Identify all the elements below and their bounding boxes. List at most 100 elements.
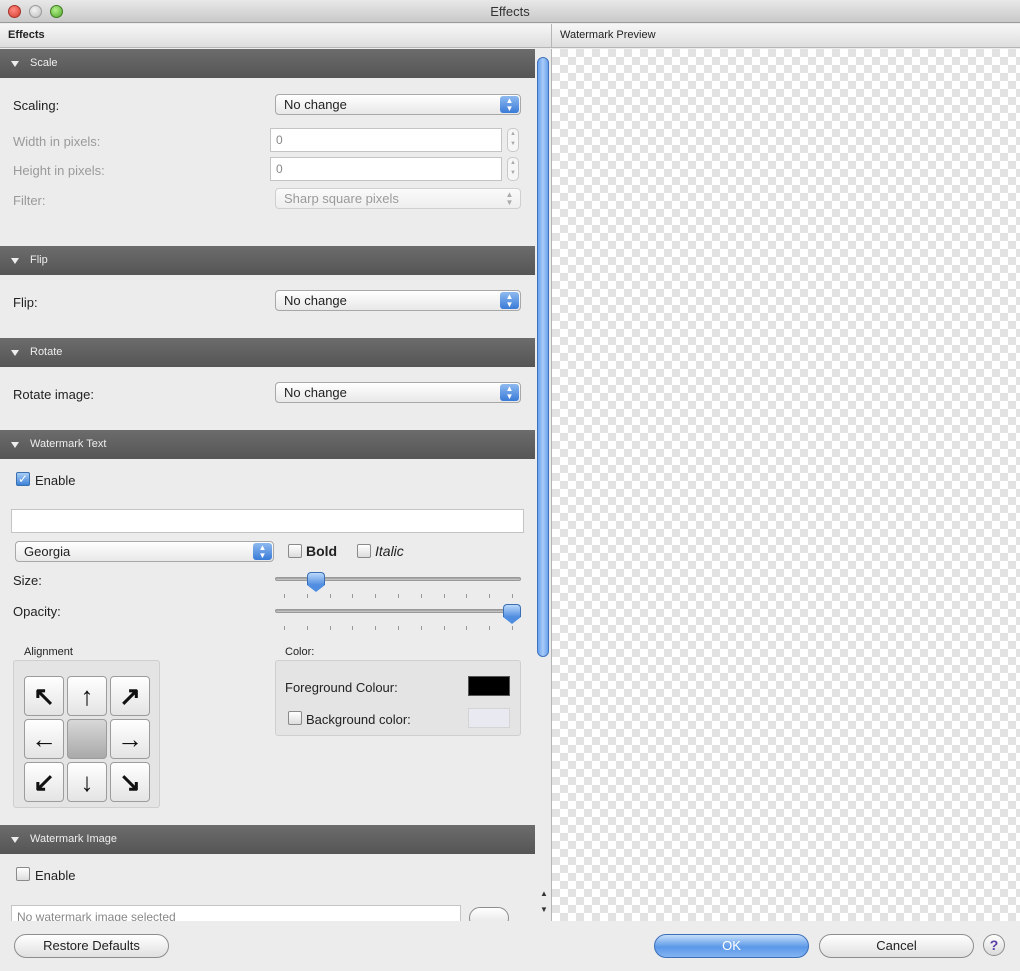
scroll-up-arrow-icon[interactable]: ▲ [539, 889, 549, 898]
popup-arrows-icon: ▲ ▼ [500, 384, 519, 401]
slider-tick [284, 626, 285, 630]
scaling-select[interactable]: No change ▲ ▼ [275, 94, 521, 115]
close-window-icon[interactable] [8, 5, 21, 18]
effects-column-header: Effects [0, 24, 551, 48]
watermark-text-enable-label: Enable [35, 473, 76, 488]
slider-tick [329, 594, 331, 598]
opacity-slider-thumb[interactable] [503, 604, 521, 624]
italic-label: Italic [375, 543, 404, 559]
bold-checkbox[interactable] [288, 544, 302, 558]
section-scale-title: Scale [30, 57, 58, 69]
slider-tick [443, 626, 445, 630]
flip-select[interactable]: No change ▲ ▼ [275, 290, 521, 311]
align-center-button[interactable] [67, 719, 107, 759]
slider-tick [284, 594, 285, 598]
align-right-button[interactable]: → [110, 719, 150, 759]
slider-tick [420, 594, 422, 598]
scroll-down-arrow-icon[interactable]: ▼ [539, 905, 549, 914]
flip-select-value: No change [284, 293, 347, 308]
bold-label: Bold [306, 543, 338, 559]
height-field[interactable]: 0 [270, 157, 502, 181]
filter-label: Filter: [13, 193, 46, 208]
opacity-slider-track[interactable] [275, 609, 521, 613]
background-color-swatch[interactable] [468, 708, 510, 728]
align-bottom-right-button[interactable]: ↘ [110, 762, 150, 802]
align-bottom-button[interactable]: ↓ [67, 762, 107, 802]
disclosure-triangle-icon [11, 258, 19, 264]
slider-tick [375, 626, 377, 630]
section-scale-header[interactable]: Scale [0, 49, 535, 78]
watermark-image-enable-label: Enable [35, 868, 76, 883]
section-watermark-text-header[interactable]: Watermark Text [0, 430, 535, 459]
color-label: Color: [285, 646, 315, 658]
section-rotate-title: Rotate [30, 346, 63, 358]
slider-tick [398, 626, 399, 630]
size-label: Size: [13, 573, 42, 588]
cancel-button[interactable]: Cancel [819, 934, 974, 958]
slider-tick [352, 626, 354, 630]
restore-defaults-button[interactable]: Restore Defaults [14, 934, 169, 958]
popup-arrows-icon: ▲ ▼ [505, 190, 514, 207]
help-icon[interactable]: ? [983, 934, 1005, 956]
height-stepper[interactable]: ▲ ▼ [507, 157, 519, 181]
foreground-colour-label: Foreground Colour: [285, 680, 398, 695]
section-flip-title: Flip [30, 254, 48, 266]
size-slider-thumb[interactable] [306, 572, 325, 592]
section-watermark-text-title: Watermark Text [30, 438, 107, 450]
effects-scrollbar-thumb[interactable] [537, 57, 549, 657]
align-top-right-button[interactable]: ↗ [110, 676, 150, 716]
align-top-left-button[interactable]: ↖ [24, 676, 64, 716]
align-bottom-left-button[interactable]: ↙ [24, 762, 64, 802]
ok-button[interactable]: OK [654, 934, 809, 958]
height-label: Height in pixels: [13, 163, 105, 178]
disclosure-triangle-icon [11, 61, 19, 67]
foreground-colour-swatch[interactable] [468, 676, 510, 696]
scaling-select-value: No change [284, 97, 347, 112]
choose-image-button[interactable] [469, 907, 509, 921]
flip-label: Flip: [13, 295, 38, 310]
slider-tick [352, 594, 354, 598]
rotate-select[interactable]: No change ▲ ▼ [275, 382, 521, 403]
slider-tick [420, 626, 422, 630]
section-flip-header[interactable]: Flip [0, 246, 535, 275]
popup-arrows-icon: ▲ ▼ [500, 292, 519, 309]
width-stepper[interactable]: ▲ ▼ [507, 128, 519, 152]
slider-tick [512, 594, 513, 598]
watermark-text-input[interactable] [11, 509, 524, 533]
disclosure-triangle-icon [11, 350, 19, 356]
background-color-label: Background color: [306, 712, 411, 727]
slider-tick [443, 594, 445, 598]
background-color-checkbox[interactable] [288, 711, 302, 725]
slider-tick [375, 594, 377, 598]
window-titlebar: Effects [0, 0, 1020, 23]
slider-tick [306, 626, 308, 630]
minimize-window-icon[interactable] [29, 5, 42, 18]
section-rotate-header[interactable]: Rotate [0, 338, 535, 367]
slider-tick [329, 626, 331, 630]
slider-tick [512, 626, 513, 630]
italic-checkbox[interactable] [357, 544, 371, 558]
watermark-image-enable-checkbox[interactable] [16, 867, 30, 881]
font-select[interactable]: Georgia ▲ ▼ [15, 541, 274, 562]
width-field[interactable]: 0 [270, 128, 502, 152]
zoom-window-icon[interactable] [50, 5, 63, 18]
watermark-image-path-field[interactable]: No watermark image selected [11, 905, 461, 921]
scaling-label: Scaling: [13, 98, 60, 113]
section-watermark-image-header[interactable]: Watermark Image [0, 825, 535, 854]
disclosure-triangle-icon [11, 442, 19, 448]
window-title: Effects [490, 4, 530, 19]
watermark-text-enable-checkbox[interactable]: ✓ [16, 472, 30, 486]
align-left-button[interactable]: ← [24, 719, 64, 759]
filter-select-value: Sharp square pixels [284, 191, 399, 206]
rotate-select-value: No change [284, 385, 347, 400]
filter-select[interactable]: Sharp square pixels ▲ ▼ [275, 188, 521, 209]
align-top-button[interactable]: ↑ [67, 676, 107, 716]
effects-panel: Scale Scaling: No change ▲ ▼ Width in pix… [0, 49, 535, 921]
popup-arrows-icon: ▲ ▼ [253, 543, 272, 560]
slider-tick [466, 594, 468, 598]
alignment-label: Alignment [24, 646, 73, 658]
slider-tick [489, 594, 491, 598]
font-select-value: Georgia [24, 544, 71, 559]
slider-tick [466, 626, 468, 630]
slider-tick [489, 626, 491, 630]
